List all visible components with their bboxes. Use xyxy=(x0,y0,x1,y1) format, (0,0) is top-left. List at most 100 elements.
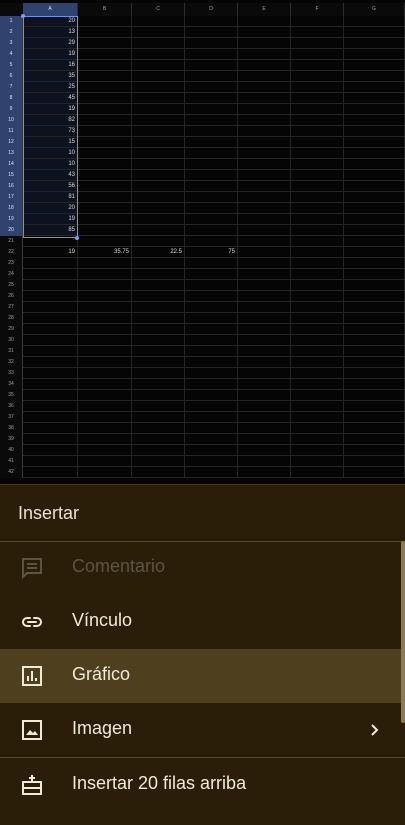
cell-d30[interactable] xyxy=(185,335,238,346)
cell-c7[interactable] xyxy=(132,82,185,93)
cell-e3[interactable] xyxy=(238,38,291,49)
cell-d15[interactable] xyxy=(185,170,238,181)
cell-b7[interactable] xyxy=(78,82,132,93)
cell-b35[interactable] xyxy=(78,390,132,401)
cell-f20[interactable] xyxy=(291,225,344,236)
cell-c23[interactable] xyxy=(132,258,185,269)
column-header-f[interactable]: F xyxy=(291,3,344,16)
cell-e36[interactable] xyxy=(238,401,291,412)
cell-f3[interactable] xyxy=(291,38,344,49)
cell-g21[interactable] xyxy=(344,236,405,247)
cell-g36[interactable] xyxy=(344,401,405,412)
cell-d36[interactable] xyxy=(185,401,238,412)
cell-a10[interactable]: 82 xyxy=(23,115,78,126)
row-number[interactable]: 38 xyxy=(0,423,23,434)
cell-d20[interactable] xyxy=(185,225,238,236)
column-header-a[interactable]: A xyxy=(23,3,78,16)
cell-f27[interactable] xyxy=(291,302,344,313)
cell-b25[interactable] xyxy=(78,280,132,291)
row-number[interactable]: 22 xyxy=(0,247,23,258)
menu-item-link[interactable]: Vínculo xyxy=(0,595,405,649)
cell-e41[interactable] xyxy=(238,456,291,467)
cell-f10[interactable] xyxy=(291,115,344,126)
cell-g19[interactable] xyxy=(344,214,405,225)
cell-f13[interactable] xyxy=(291,148,344,159)
cell-d24[interactable] xyxy=(185,269,238,280)
cell-d19[interactable] xyxy=(185,214,238,225)
cell-f11[interactable] xyxy=(291,126,344,137)
cell-d29[interactable] xyxy=(185,324,238,335)
cell-b27[interactable] xyxy=(78,302,132,313)
cell-d2[interactable] xyxy=(185,27,238,38)
cell-f8[interactable] xyxy=(291,93,344,104)
cell-f5[interactable] xyxy=(291,60,344,71)
cell-g37[interactable] xyxy=(344,412,405,423)
cell-d11[interactable] xyxy=(185,126,238,137)
row-number[interactable]: 27 xyxy=(0,302,23,313)
row-number[interactable]: 30 xyxy=(0,335,23,346)
cell-e34[interactable] xyxy=(238,379,291,390)
cell-a42[interactable] xyxy=(23,467,78,478)
cell-f26[interactable] xyxy=(291,291,344,302)
cell-b15[interactable] xyxy=(78,170,132,181)
cell-g16[interactable] xyxy=(344,181,405,192)
row-number[interactable]: 14 xyxy=(0,159,23,170)
cell-g27[interactable] xyxy=(344,302,405,313)
cell-c41[interactable] xyxy=(132,456,185,467)
cell-d42[interactable] xyxy=(185,467,238,478)
row-number[interactable]: 13 xyxy=(0,148,23,159)
cell-b39[interactable] xyxy=(78,434,132,445)
cell-g7[interactable] xyxy=(344,82,405,93)
cell-b12[interactable] xyxy=(78,137,132,148)
cell-b21[interactable] xyxy=(78,236,132,247)
cell-e30[interactable] xyxy=(238,335,291,346)
cell-e1[interactable] xyxy=(238,16,291,27)
cell-f16[interactable] xyxy=(291,181,344,192)
cell-d31[interactable] xyxy=(185,346,238,357)
column-header-g[interactable]: G xyxy=(344,3,405,16)
row-number[interactable]: 31 xyxy=(0,346,23,357)
row-number[interactable]: 23 xyxy=(0,258,23,269)
cell-b32[interactable] xyxy=(78,357,132,368)
row-number[interactable]: 33 xyxy=(0,368,23,379)
cell-g26[interactable] xyxy=(344,291,405,302)
cell-f41[interactable] xyxy=(291,456,344,467)
cell-c22[interactable]: 22.5 xyxy=(132,247,185,258)
row-number[interactable]: 3 xyxy=(0,38,23,49)
cell-e13[interactable] xyxy=(238,148,291,159)
cell-e28[interactable] xyxy=(238,313,291,324)
cell-a6[interactable]: 35 xyxy=(23,71,78,82)
cell-d14[interactable] xyxy=(185,159,238,170)
menu-item-comment[interactable]: Comentario xyxy=(0,541,405,595)
cell-e19[interactable] xyxy=(238,214,291,225)
cell-b11[interactable] xyxy=(78,126,132,137)
cell-f14[interactable] xyxy=(291,159,344,170)
cell-f19[interactable] xyxy=(291,214,344,225)
cell-f32[interactable] xyxy=(291,357,344,368)
cell-g11[interactable] xyxy=(344,126,405,137)
menu-item-image[interactable]: Imagen xyxy=(0,703,405,757)
cell-a4[interactable]: 19 xyxy=(23,49,78,60)
cell-a16[interactable]: 56 xyxy=(23,181,78,192)
spreadsheet-grid[interactable]: ABCDEFG 1 20 2 13 3 29 4 19 5 16 6 35 7 25 8 45 9 19 10 82 1… xyxy=(0,0,405,484)
cell-b20[interactable] xyxy=(78,225,132,236)
cell-d35[interactable] xyxy=(185,390,238,401)
cell-b30[interactable] xyxy=(78,335,132,346)
row-number[interactable]: 6 xyxy=(0,71,23,82)
row-number[interactable]: 18 xyxy=(0,203,23,214)
cell-g39[interactable] xyxy=(344,434,405,445)
cell-c27[interactable] xyxy=(132,302,185,313)
cell-g12[interactable] xyxy=(344,137,405,148)
cell-e4[interactable] xyxy=(238,49,291,60)
cell-a33[interactable] xyxy=(23,368,78,379)
cell-e23[interactable] xyxy=(238,258,291,269)
cell-d32[interactable] xyxy=(185,357,238,368)
row-number[interactable]: 5 xyxy=(0,60,23,71)
row-number[interactable]: 26 xyxy=(0,291,23,302)
cell-g1[interactable] xyxy=(344,16,405,27)
cell-g29[interactable] xyxy=(344,324,405,335)
cell-f29[interactable] xyxy=(291,324,344,335)
cell-a21[interactable] xyxy=(23,236,78,247)
cell-a28[interactable] xyxy=(23,313,78,324)
cell-a18[interactable]: 20 xyxy=(23,203,78,214)
